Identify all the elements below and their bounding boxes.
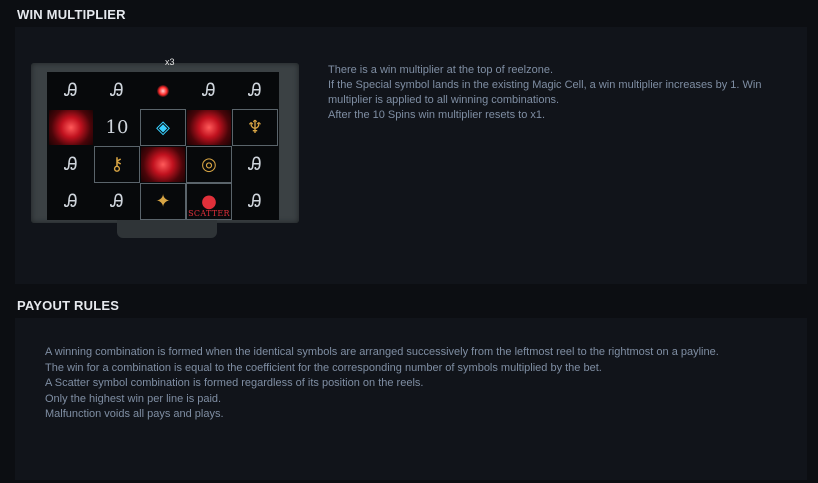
magic-cell [187,110,231,145]
symbol-a: Ꭿ [202,80,216,101]
magic-orb-icon [157,84,169,97]
win-multiplier-panel: x3 Ꭿ Ꭿ Ꭿ Ꭿ 10 ◈ ♆ Ꭿ ⚷ ◎ Ꭿ Ꭿ Ꭿ ✦ ● SCATTE… [15,27,807,284]
description-line: A Scatter symbol combination is formed r… [45,377,424,389]
symbol-a: Ꭿ [64,80,78,101]
scatter-label: SCATTER [188,209,230,218]
description-line: Only the highest win per line is paid. [45,392,222,405]
win-multiplier-illustration: x3 Ꭿ Ꭿ Ꭿ Ꭿ 10 ◈ ♆ Ꭿ ⚷ ◎ Ꭿ Ꭿ Ꭿ ✦ ● SCATTE… [27,55,302,245]
payout-rules-title: PAYOUT RULES [17,298,120,313]
symbol-a: Ꭿ [248,154,262,175]
symbol-a: Ꭿ [64,154,78,175]
description-line: A winning combination is formed when the… [45,346,719,358]
description-line: The win for a combination is equal to th… [45,361,602,374]
magic-cell [141,73,185,108]
goblet-icon: ♆ [232,109,278,146]
cat-icon: ✦ [140,183,186,220]
symbol-a: Ꭿ [64,191,78,212]
description-line: After the 10 Spins win multiplier resets… [328,109,546,121]
symbol-a: Ꭿ [110,191,124,212]
description-line: If the Special symbol lands in the exist… [328,79,762,106]
symbol-a: Ꭿ [248,80,262,101]
reel-grid: Ꭿ Ꭿ Ꭿ Ꭿ 10 ◈ ♆ Ꭿ ⚷ ◎ Ꭿ Ꭿ Ꭿ ✦ ● SCATTER Ꭿ [47,72,279,220]
symbol-a: Ꭿ [248,191,262,212]
symbol-a: Ꭿ [110,80,124,101]
payout-rules-description: A winning combination is formed when the… [45,345,785,423]
magic-cell [141,147,185,182]
multiplier-badge: x3 [165,57,175,67]
scatter-symbol: ● SCATTER [186,183,232,220]
gem-icon: ◈ [140,109,186,146]
keys-icon: ⚷ [94,146,140,183]
reel-frame-base [117,220,217,238]
payout-rules-panel: A winning combination is formed when the… [15,318,807,480]
magic-cell [49,110,93,145]
pocket-watch-icon: ◎ [186,146,232,183]
description-line: There is a win multiplier at the top of … [328,64,554,76]
win-multiplier-description: There is a win multiplier at the top of … [328,63,768,123]
symbol-10: 10 [105,117,129,138]
win-multiplier-title: WIN MULTIPLIER [17,7,126,22]
description-line: Malfunction voids all pays and plays. [45,408,224,420]
